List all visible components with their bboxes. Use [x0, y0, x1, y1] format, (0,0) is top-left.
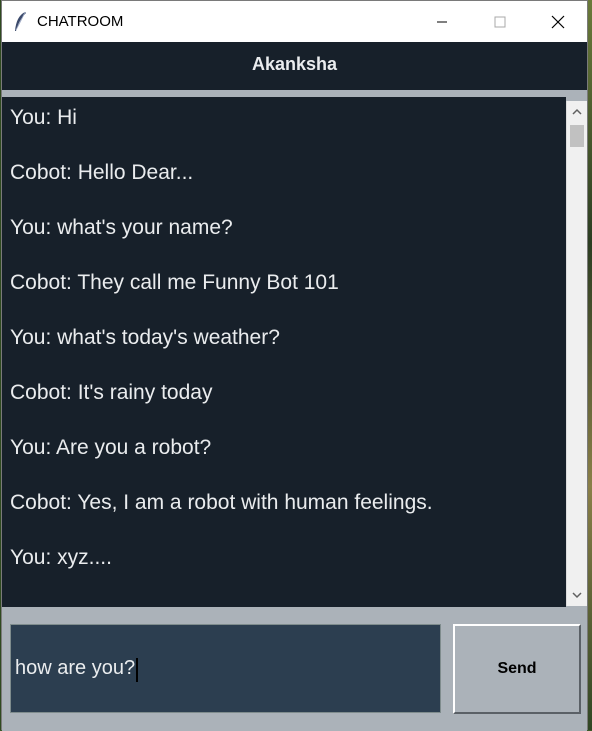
maximize-button[interactable] — [471, 1, 529, 42]
minimize-button[interactable] — [413, 1, 471, 42]
scroll-up-button[interactable] — [567, 103, 587, 121]
chat-message: Cobot: Hello Dear... — [10, 161, 194, 184]
scroll-thumb[interactable] — [570, 125, 584, 147]
chat-message: You: Are you a robot? — [10, 436, 212, 459]
chat-message: You: what's your name? — [10, 216, 233, 239]
send-button-label: Send — [497, 660, 537, 677]
chat-message: Cobot: It's rainy today — [10, 381, 213, 404]
chat-header: Akanksha — [2, 42, 587, 90]
header-divider — [2, 90, 587, 97]
chat-message: You: what's today's weather? — [10, 326, 280, 349]
maximize-icon — [494, 16, 506, 27]
chat-message: Cobot: They call me Funny Bot 101 — [10, 271, 339, 294]
send-button[interactable]: Send — [453, 624, 581, 714]
chat-message: Cobot: Yes, I am a robot with human feel… — [10, 491, 433, 514]
text-caret — [136, 658, 138, 682]
close-icon — [551, 15, 565, 28]
chat-message: You: xyz.... — [10, 546, 112, 569]
title-bar[interactable]: CHATROOM — [2, 1, 587, 42]
chevron-down-icon — [572, 592, 582, 599]
chat-message: You: Hi — [10, 106, 77, 129]
chat-scrollbar[interactable] — [566, 101, 587, 606]
feather-icon — [15, 11, 26, 31]
minimize-icon — [437, 21, 447, 22]
scroll-down-button[interactable] — [567, 586, 587, 604]
close-button[interactable] — [529, 1, 587, 42]
chat-log[interactable]: You: Hi Cobot: Hello Dear... You: what's… — [2, 97, 566, 607]
contact-name: Akanksha — [251, 54, 338, 74]
window-title: CHATROOM — [37, 13, 124, 30]
message-input[interactable] — [10, 624, 441, 713]
chatroom-window: CHATROOM Akanksha You: Hi Cobot: Hello D… — [1, 0, 588, 731]
chevron-up-icon — [572, 108, 582, 115]
